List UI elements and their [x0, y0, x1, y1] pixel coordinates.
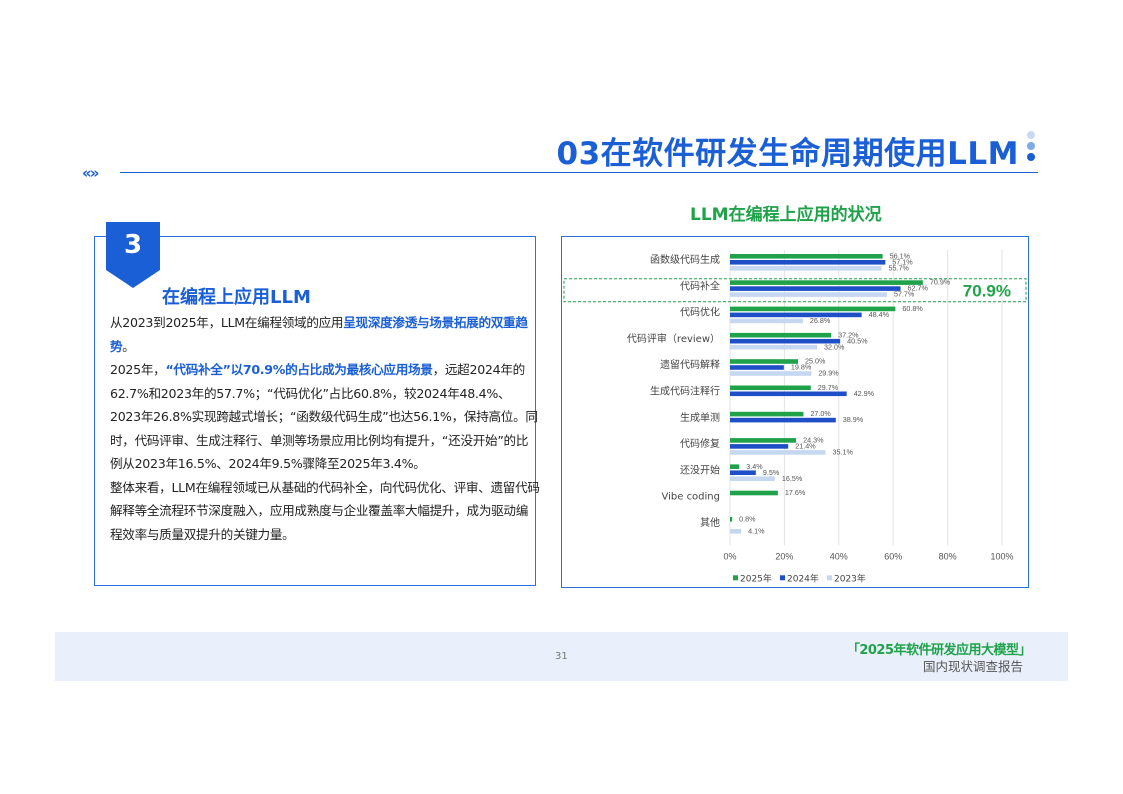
bar-2025年 — [730, 464, 740, 469]
data-label: 17.6% — [785, 488, 806, 497]
bar-2024年 — [730, 365, 784, 370]
panel-heading: 在编程上应用LLM — [162, 287, 311, 308]
data-label: 29.9% — [818, 369, 839, 378]
bar-2025年 — [730, 438, 797, 443]
category-label: 遗留代码解释 — [660, 358, 720, 371]
bar-2023年 — [730, 266, 882, 271]
x-tick-label: 100% — [990, 551, 1013, 561]
bar-2025年 — [730, 254, 883, 259]
category-label: 代码修复 — [680, 437, 720, 450]
category-label: 函数级代码生成 — [650, 253, 720, 266]
highlight-text: “代码补全”以70.9%的占比成为最核心应用场景 — [165, 362, 433, 377]
bar-2024年 — [730, 286, 901, 291]
bar-2023年 — [730, 318, 803, 324]
legend-swatch-2025年 — [733, 575, 738, 581]
chart-heading: LLM在编程上应用的状况 — [690, 205, 882, 225]
double-chevron-icon: «» — [82, 164, 99, 182]
bar-2024年 — [730, 417, 836, 423]
x-tick-label: 60% — [884, 551, 902, 561]
legend-label: 2024年 — [787, 572, 819, 584]
bar-2025年 — [730, 517, 733, 522]
legend-label: 2025年 — [740, 572, 772, 584]
bar-2024年 — [730, 444, 789, 449]
bar-2023年 — [730, 476, 775, 481]
data-label: 3.4% — [746, 462, 763, 471]
data-label: 35.1% — [832, 448, 853, 457]
title-divider — [120, 172, 1038, 173]
panel-paragraph: 从2023到2025年，LLM在编程领域的应用呈现深度渗透与场景拓展的双重趋势。 — [110, 311, 540, 358]
category-label: 其他 — [700, 516, 720, 529]
category-label: 还没开始 — [680, 463, 720, 476]
badge-number: 3 — [123, 230, 143, 260]
bar-chart: 0% 20% 40% 60% 80% 100%函数级代码生成 56.1%57.1%55.7%… — [563, 250, 1027, 584]
body-text: 。 — [122, 338, 135, 354]
panel-paragraph: 整体来看，LLM在编程领域已从基础的代码补全，向代码优化、评审、遗留代码解释等全… — [110, 476, 540, 547]
panel-paragraph: 2025年，“代码补全”以70.9%的占比成为最核心应用场景，远超2024年的6… — [110, 358, 540, 476]
category-label: Vibe coding — [661, 492, 720, 503]
data-label: 0.8% — [739, 514, 756, 523]
data-label: 48.4% — [869, 310, 890, 319]
panel-body: 从2023到2025年，LLM在编程领域的应用呈现深度渗透与场景拓展的双重趋势。… — [110, 311, 540, 546]
data-label: 55.7% — [889, 263, 910, 272]
bar-2023年 — [730, 450, 826, 455]
bar-2023年 — [730, 292, 887, 297]
data-label: 29.7% — [818, 383, 839, 392]
data-label: 57.7% — [894, 290, 915, 299]
bar-2024年 — [730, 391, 847, 397]
data-label: 60.8% — [902, 304, 923, 313]
category-label: 代码优化 — [680, 306, 720, 319]
data-label: 38.9% — [843, 415, 864, 424]
x-tick-label: 40% — [830, 551, 848, 561]
data-label: 40.5% — [847, 336, 868, 345]
category-label: 代码补全 — [680, 279, 720, 292]
body-text: ，远超2024年的62.7%和2023年的57.7%；“代码优化”占比60.8%… — [110, 362, 538, 471]
bar-2023年 — [730, 344, 818, 350]
x-tick-label: 20% — [775, 551, 793, 561]
bar-2024年 — [730, 312, 862, 318]
legend-swatch-2024年 — [780, 575, 785, 581]
data-label: 4.1% — [748, 526, 765, 535]
bar-2025年 — [730, 280, 923, 285]
page-number: 31 — [555, 651, 568, 662]
body-text: 整体来看，LLM在编程领域已从基础的代码补全，向代码优化、评审、遗留代码解释等全… — [110, 479, 540, 542]
data-label: 21.4% — [795, 442, 816, 451]
category-label: 生成代码注释行 — [650, 385, 720, 398]
data-label: 16.5% — [782, 474, 803, 483]
bar-2025年 — [730, 411, 804, 417]
decorative-dots-icon — [1027, 131, 1037, 164]
data-label: 42.9% — [854, 389, 875, 398]
category-label: 代码评审（review） — [627, 332, 720, 345]
bar-2025年 — [730, 490, 778, 496]
category-label: 生成单测 — [680, 411, 720, 424]
bar-2023年 — [730, 371, 812, 376]
x-tick-label: 0% — [723, 551, 736, 561]
bar-2024年 — [730, 470, 756, 475]
bar-2025年 — [730, 332, 832, 338]
legend-label: 2023年 — [834, 572, 866, 584]
page-title: 03在软件研发生命周期使用LLM — [556, 136, 1019, 172]
data-label: 27.0% — [810, 409, 831, 418]
data-label: 32.0% — [824, 342, 845, 351]
body-text: 从2023到2025年，LLM在编程领域的应用 — [110, 315, 344, 330]
legend-swatch-2023年 — [827, 575, 832, 581]
data-label: 26.8% — [810, 316, 831, 325]
bar-2025年 — [730, 385, 811, 391]
bar-2024年 — [730, 260, 886, 265]
bar-2023年 — [730, 529, 742, 534]
body-text: 2025年， — [110, 362, 166, 377]
number-badge: 3 — [106, 222, 160, 288]
data-label: 19.8% — [791, 363, 812, 372]
highlight-value: 70.9% — [963, 281, 1011, 300]
report-subtitle: 国内现状调查报告 — [922, 659, 1023, 674]
x-tick-label: 80% — [939, 551, 957, 561]
data-label: 9.5% — [763, 468, 780, 477]
bar-2025年 — [730, 359, 798, 364]
